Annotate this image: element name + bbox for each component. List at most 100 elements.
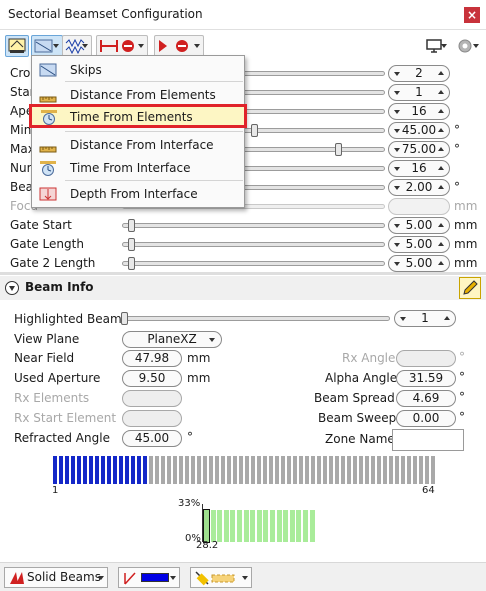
param-spinner[interactable]: 2.00	[388, 179, 450, 196]
highlighted-beam-slider[interactable]	[121, 312, 390, 325]
title-bar: Sectorial Beamset Configuration ×	[0, 0, 486, 30]
refracted-angle-label: Refracted Angle	[14, 431, 110, 445]
slider-thumb[interactable]	[251, 124, 258, 137]
increment-arrow-icon[interactable]	[438, 90, 444, 94]
increment-arrow-icon[interactable]	[438, 242, 444, 246]
param-value: 5.00	[405, 256, 433, 270]
slider-thumb[interactable]	[121, 312, 128, 325]
slider-thumb[interactable]	[128, 257, 135, 270]
window-title: Sectorial Beamset Configuration	[8, 7, 203, 21]
line-color-dropdown[interactable]	[118, 567, 180, 588]
panel-splitter[interactable]	[0, 272, 486, 275]
param-slider[interactable]	[122, 219, 385, 232]
decrement-arrow-icon[interactable]	[394, 110, 400, 114]
param-spinner[interactable]: 1	[388, 84, 450, 101]
decrement-arrow-icon[interactable]	[394, 167, 400, 171]
edit-pencil-button[interactable]	[459, 277, 481, 299]
decrement-arrow-icon[interactable]	[394, 148, 400, 152]
beam-pattern-icon	[195, 571, 235, 586]
probe-element	[179, 456, 183, 484]
beam-info-title: Beam Info	[25, 280, 94, 294]
decrement-arrow-icon[interactable]	[394, 72, 400, 76]
probe-element	[281, 456, 285, 484]
param-spinner[interactable]: 2	[388, 65, 450, 82]
display-dropdown[interactable]	[421, 35, 451, 57]
increment-arrow-icon[interactable]	[438, 128, 444, 132]
beam-config-button[interactable]	[5, 35, 29, 57]
rx-angle-unit: °	[459, 350, 465, 364]
menu-item[interactable]: Time From Interface	[33, 156, 243, 180]
probe-element	[335, 456, 339, 484]
increment-arrow-icon[interactable]	[438, 223, 444, 227]
probe-element	[389, 456, 393, 484]
increment-arrow-icon[interactable]	[438, 71, 444, 75]
ruler-icon	[39, 146, 57, 153]
menu-item[interactable]: Distance From Interface	[33, 133, 243, 157]
probe-element	[263, 456, 267, 484]
menu-item[interactable]: Time From Elements	[29, 104, 247, 128]
skip-mode-menu: Skips Distance From Elements Time From Ele…	[29, 55, 247, 208]
param-spinner[interactable]: 16	[388, 160, 450, 177]
zone-name-input[interactable]	[392, 429, 464, 451]
param-slider[interactable]	[122, 238, 385, 251]
menu-item[interactable]: Skips	[33, 58, 243, 82]
increment-arrow-icon[interactable]	[438, 147, 444, 151]
slider-thumb[interactable]	[128, 238, 135, 251]
probe-element	[125, 456, 129, 484]
param-spinner[interactable]: 5.00	[388, 255, 450, 272]
param-spinner[interactable]: 75.00	[388, 141, 450, 158]
refracted-angle-value: 45.00	[122, 430, 182, 447]
increment-arrow-icon[interactable]	[438, 261, 444, 265]
param-spinner[interactable]: 16	[388, 103, 450, 120]
decrement-arrow-icon[interactable]	[394, 224, 400, 228]
collapse-chevron-icon[interactable]	[5, 281, 19, 295]
solid-beams-icon	[10, 572, 24, 584]
param-slider[interactable]	[122, 257, 385, 270]
menu-separator	[65, 131, 243, 132]
render-mode-dropdown[interactable]: Solid Beams	[4, 567, 108, 588]
aperture-icon	[100, 40, 134, 52]
focus-icon	[159, 40, 188, 52]
param-value: 1	[415, 85, 423, 99]
probe-element	[413, 456, 417, 484]
param-spinner[interactable]: 45.00	[388, 122, 450, 139]
slider-thumb[interactable]	[335, 143, 342, 156]
probe-element	[287, 456, 291, 484]
increment-arrow-icon[interactable]	[438, 109, 444, 113]
increment-arrow-icon[interactable]	[444, 316, 450, 320]
histogram-x-label: 28.2	[196, 540, 219, 551]
view-plane-label: View Plane	[14, 332, 80, 346]
highlighted-beam-spinner[interactable]: 1	[394, 310, 456, 327]
histogram-bar	[283, 510, 289, 542]
beam-info-header[interactable]: Beam Info	[0, 276, 486, 300]
probe-element	[419, 456, 423, 484]
waveform-dropdown[interactable]	[62, 35, 92, 57]
increment-arrow-icon[interactable]	[438, 166, 444, 170]
param-spinner	[388, 198, 450, 215]
focus-dropdown[interactable]	[154, 35, 204, 57]
decrement-arrow-icon[interactable]	[394, 186, 400, 190]
param-spinner[interactable]: 5.00	[388, 236, 450, 253]
probe-element	[203, 456, 207, 484]
aperture-dropdown[interactable]	[96, 35, 148, 57]
settings-dropdown[interactable]	[453, 35, 483, 57]
probe-element	[77, 456, 81, 484]
decrement-arrow-icon[interactable]	[394, 262, 400, 266]
increment-arrow-icon[interactable]	[438, 185, 444, 189]
decrement-arrow-icon[interactable]	[394, 243, 400, 247]
probe-element	[197, 456, 201, 484]
skip-mode-dropdown[interactable]	[31, 35, 63, 57]
decrement-arrow-icon[interactable]	[394, 91, 400, 95]
slider-thumb[interactable]	[128, 219, 135, 232]
menu-item[interactable]: Depth From Interface	[33, 182, 243, 206]
beam-pattern-dropdown[interactable]	[190, 567, 252, 588]
probe-element	[119, 456, 123, 484]
view-plane-select[interactable]: PlaneXZ	[122, 331, 222, 348]
probe-element	[347, 456, 351, 484]
decrement-arrow-icon[interactable]	[394, 129, 400, 133]
probe-element	[359, 456, 363, 484]
close-button[interactable]: ×	[464, 7, 480, 23]
param-value: 2	[415, 66, 423, 80]
param-spinner[interactable]: 5.00	[388, 217, 450, 234]
decrement-arrow-icon[interactable]	[400, 317, 406, 321]
